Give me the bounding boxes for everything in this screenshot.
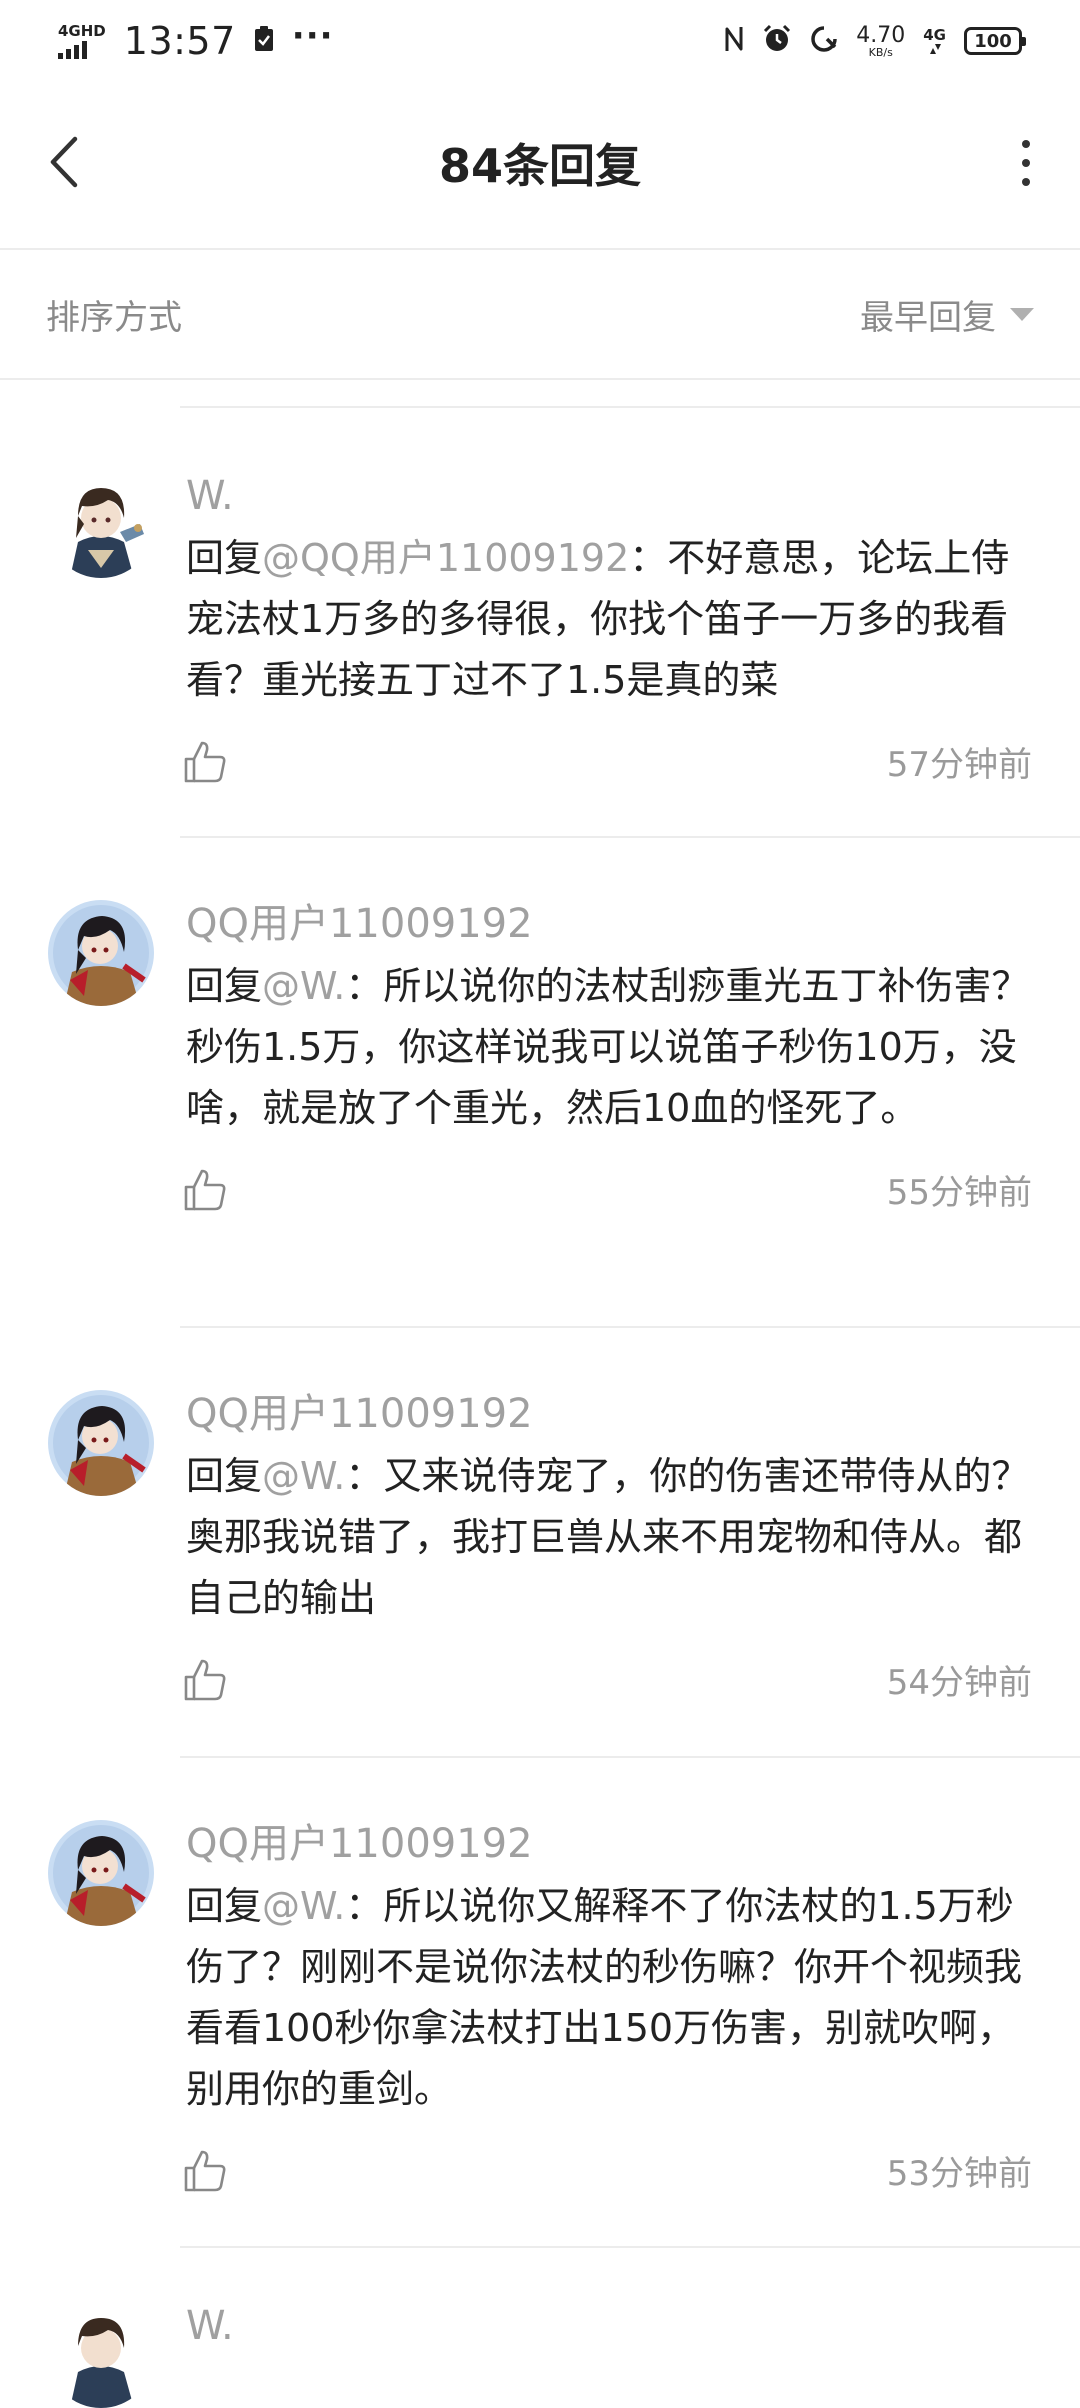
- reply-prefix: 回复: [186, 536, 263, 580]
- reply-content: 回复@W.：又来说侍宠了，你的伤害还带侍从的？奥那我说错了，我打巨兽从来不用宠物…: [186, 1446, 1032, 1629]
- reply-item[interactable]: QQ用户11009192 回复@W.：又来说侍宠了，你的伤害还带侍从的？奥那我说…: [0, 1328, 1080, 1758]
- thumbs-up-icon[interactable]: [182, 1167, 228, 1213]
- reply-username[interactable]: QQ用户11009192: [186, 896, 1032, 952]
- sort-dropdown[interactable]: 最早回复: [860, 290, 1034, 339]
- reply-footer: 53分钟前: [184, 2146, 1032, 2195]
- signal-icon: [58, 40, 87, 59]
- reply-item[interactable]: QQ用户11009192 回复@W.：所以说你又解释不了你法杖的1.5万秒伤了？…: [0, 1758, 1080, 2248]
- reply-prefix: 回复: [186, 1454, 263, 1498]
- reply-item[interactable]: QQ用户11009192 回复@W.：所以说你的法杖刮痧重光五丁补伤害？秒伤1.…: [0, 838, 1080, 1328]
- nfc-icon: [724, 25, 744, 57]
- sort-selected-value: 最早回复: [860, 297, 996, 338]
- reply-time: 57分钟前: [886, 745, 1032, 785]
- more-vertical-icon-dot: [1022, 159, 1030, 167]
- reply-content: 回复@QQ用户11009192：不好意思，论坛上侍宠法杖1万多的多得很，你找个笛…: [186, 528, 1032, 711]
- reply-username[interactable]: QQ用户11009192: [186, 1386, 1032, 1442]
- network-label: 4GHD: [58, 21, 106, 40]
- more-options-button[interactable]: [1014, 140, 1038, 186]
- avatar[interactable]: [48, 1390, 154, 1496]
- thumbs-up-icon[interactable]: [182, 1657, 228, 1703]
- sort-bar: 排序方式 最早回复: [0, 250, 1080, 380]
- reply-item[interactable]: W.: [0, 2248, 1080, 2408]
- avatar[interactable]: [48, 472, 154, 578]
- avatar[interactable]: [48, 1820, 154, 1926]
- mention-link[interactable]: @W.: [262, 1884, 345, 1928]
- data-arrows-icon: [929, 43, 941, 54]
- reply-footer: 55分钟前: [184, 1165, 1032, 1214]
- alarm-icon: [762, 24, 792, 58]
- more-vertical-icon-dot: [1022, 140, 1030, 148]
- status-left: 4GHD 13:57 ···: [58, 16, 334, 63]
- reply-item[interactable]: W. 回复@QQ用户11009192：不好意思，论坛上侍宠法杖1万多的多得很，你…: [0, 408, 1080, 838]
- reply-list: W. 回复@QQ用户11009192：不好意思，论坛上侍宠法杖1万多的多得很，你…: [0, 408, 1080, 2408]
- network-speed: 4.70 KB/s: [856, 22, 906, 59]
- battery-level: 100: [974, 30, 1012, 52]
- reply-prefix: 回复: [186, 964, 263, 1008]
- reply-content: 回复@W.：所以说你又解释不了你法杖的1.5万秒伤了？刚刚不是说你法杖的秒伤嘛？…: [186, 1876, 1032, 2120]
- reply-content: 回复@W.：所以说你的法杖刮痧重光五丁补伤害？秒伤1.5万，你这样说我可以说笛子…: [186, 956, 1032, 1139]
- thumbs-up-icon[interactable]: [182, 2148, 228, 2194]
- cell-label: 4G: [923, 25, 946, 44]
- reply-username[interactable]: QQ用户11009192: [186, 1816, 1032, 1872]
- clock: 13:57: [123, 19, 236, 63]
- more-notifications-icon: ···: [291, 16, 334, 56]
- top-app-bar: 84条回复: [0, 82, 1080, 250]
- caret-down-icon: [1010, 307, 1034, 321]
- mention-link[interactable]: @QQ用户11009192: [262, 536, 629, 580]
- speed-value: 4.70: [856, 22, 906, 48]
- reply-username[interactable]: W.: [186, 468, 1032, 524]
- mention-link[interactable]: @W.: [262, 1454, 345, 1498]
- reply-prefix: 回复: [186, 1884, 263, 1928]
- more-vertical-icon-dot: [1022, 178, 1030, 186]
- battery-icon: 100: [964, 27, 1026, 55]
- reply-footer: 54分钟前: [184, 1655, 1032, 1704]
- avatar[interactable]: [48, 2302, 154, 2408]
- reply-footer: 57分钟前: [184, 737, 1032, 786]
- avatar[interactable]: [48, 900, 154, 1006]
- speed-unit: KB/s: [868, 45, 893, 59]
- mention-link[interactable]: @W.: [262, 964, 345, 1008]
- status-bar: 4GHD 13:57 ··· 4.70 KB/s 4G 100: [0, 0, 1080, 82]
- status-right: 4.70 KB/s 4G 100: [724, 22, 1026, 59]
- data-saver-icon: [810, 25, 838, 57]
- cellular-indicator: 4G: [923, 25, 946, 55]
- reply-username[interactable]: W.: [186, 2298, 1032, 2354]
- reply-time: 54分钟前: [886, 1663, 1032, 1703]
- network-indicator: 4GHD: [58, 21, 106, 59]
- reply-time: 53分钟前: [886, 2154, 1032, 2194]
- thumbs-up-icon[interactable]: [182, 739, 228, 785]
- sort-label: 排序方式: [46, 297, 182, 338]
- page-title: 84条回复: [438, 139, 641, 193]
- reply-time: 55分钟前: [886, 1173, 1032, 1213]
- clipboard-check-icon: [254, 26, 274, 56]
